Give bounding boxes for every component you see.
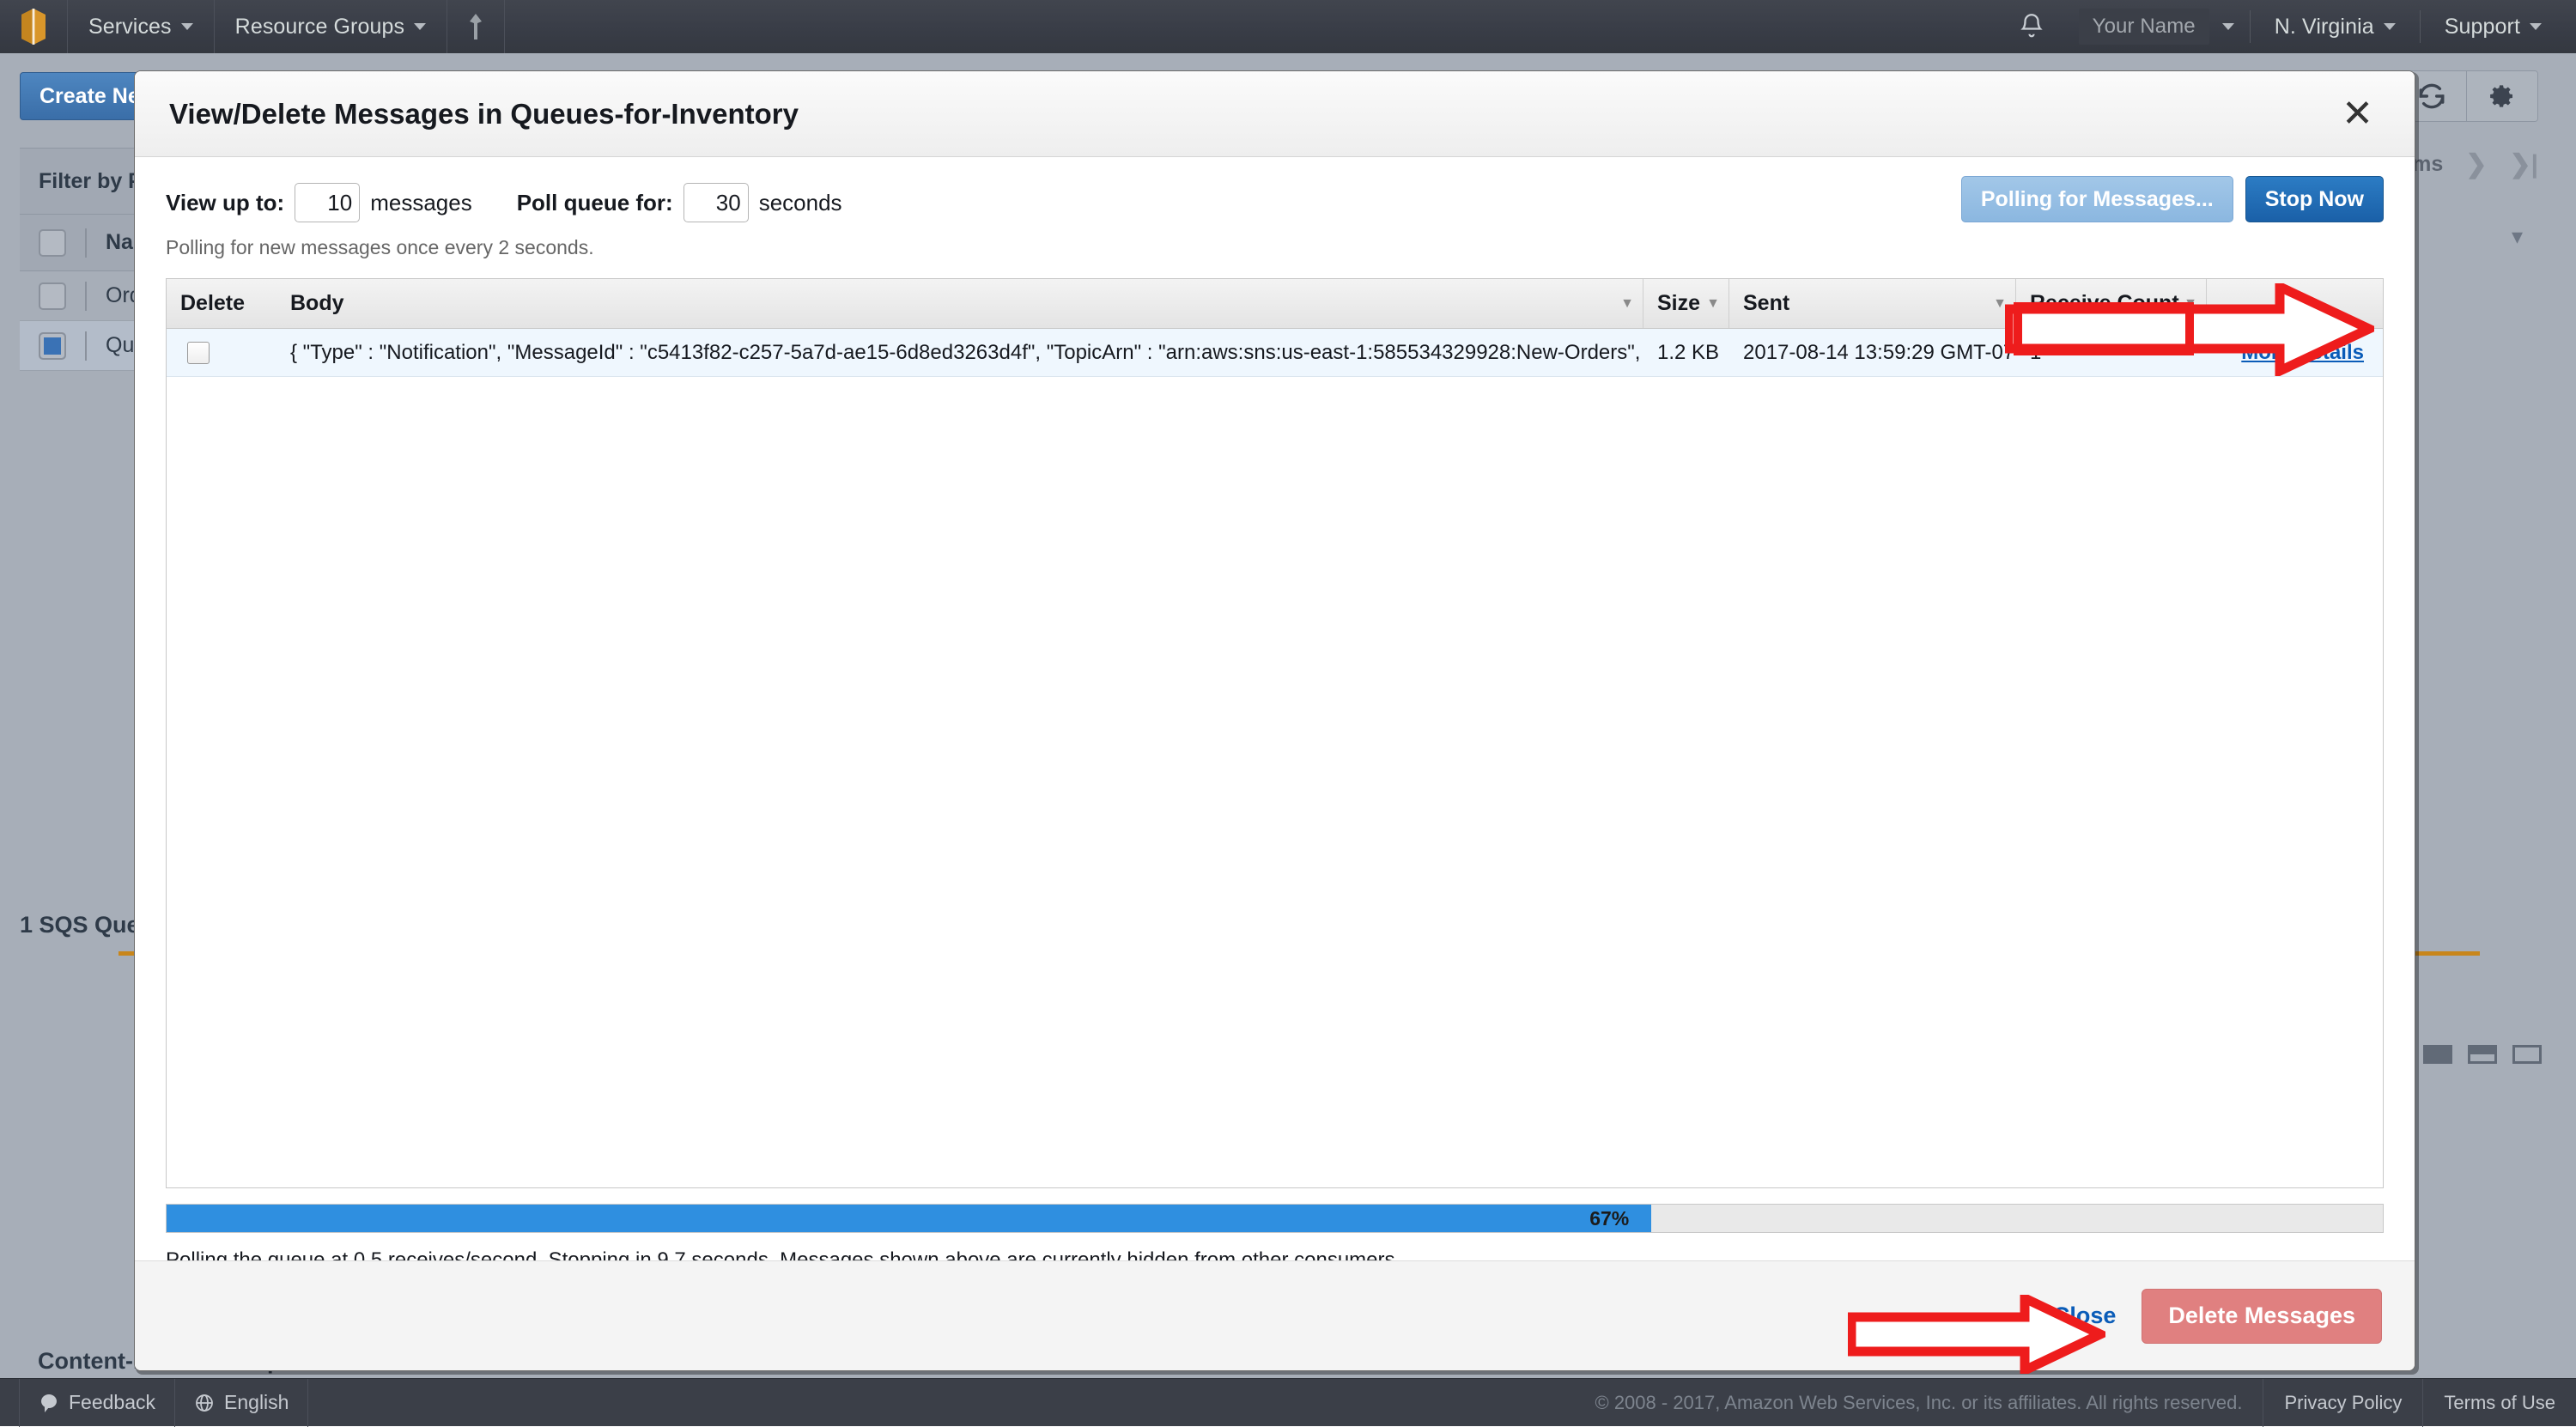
bottom-status-bar: Feedback English © 2008 - 2017, Amazon W… xyxy=(0,1378,2576,1426)
table-row[interactable]: { "Type" : "Notification", "MessageId" :… xyxy=(167,329,2383,377)
column-header-size[interactable]: Size ▼ xyxy=(1643,279,1729,328)
chevron-down-icon xyxy=(181,23,193,30)
cell-sent: 2017-08-14 13:59:29 GMT-07:00 xyxy=(1729,329,2016,377)
panel-layout-toggles xyxy=(2423,1045,2542,1064)
chevron-down-icon xyxy=(414,23,426,30)
row-divider xyxy=(85,331,87,361)
chevron-down-icon xyxy=(2530,23,2542,30)
chevron-down-icon[interactable]: ▼ xyxy=(2184,296,2197,312)
select-all-checkbox[interactable] xyxy=(39,229,66,257)
close-button[interactable]: Close xyxy=(2053,1303,2117,1329)
aws-top-navigation: Services Resource Groups Your Name N. Vi… xyxy=(0,0,2576,53)
column-header-size-label: Size xyxy=(1657,291,1700,316)
chevron-down-icon[interactable]: ▼ xyxy=(1993,296,2007,312)
nav-divider xyxy=(2250,10,2251,43)
column-header-body-label: Body xyxy=(290,291,344,316)
modal-title: View/Delete Messages in Queues-for-Inven… xyxy=(169,98,799,131)
modal-header: View/Delete Messages in Queues-for-Inven… xyxy=(135,71,2415,157)
last-page-icon[interactable]: ❯| xyxy=(2509,149,2538,179)
nav-services[interactable]: Services xyxy=(68,0,214,53)
cell-receive-count: 1 xyxy=(2016,329,2207,377)
column-header-receive-count[interactable]: Receive Count ▼ xyxy=(2016,279,2207,328)
nav-services-label: Services xyxy=(88,15,172,39)
aws-cube-icon[interactable] xyxy=(0,7,67,46)
nav-right-group: Your Name N. Virginia Support xyxy=(1996,0,2576,53)
globe-icon xyxy=(194,1393,215,1413)
chevron-right-icon[interactable]: ❯ xyxy=(2465,149,2487,179)
column-header-body[interactable]: Body ▼ xyxy=(276,279,1643,328)
modal-footer: Close Delete Messages xyxy=(135,1260,2415,1370)
poll-queue-for-input[interactable] xyxy=(683,183,749,222)
stop-now-label: Stop Now xyxy=(2265,187,2364,212)
polling-progress-bar: 67% xyxy=(166,1204,2384,1233)
seconds-unit-label: seconds xyxy=(759,190,842,216)
row-delete-checkbox[interactable] xyxy=(187,342,210,364)
chevron-down-icon[interactable]: ▼ xyxy=(1620,296,1634,312)
cell-body: { "Type" : "Notification", "MessageId" :… xyxy=(276,329,1643,377)
nav-user-label: Your Name xyxy=(2079,9,2209,45)
stop-now-button[interactable]: Stop Now xyxy=(2245,176,2384,222)
delete-messages-label: Delete Messages xyxy=(2168,1303,2355,1329)
view-up-to-input[interactable] xyxy=(295,183,360,222)
layout-toggle-split-icon[interactable] xyxy=(2468,1045,2497,1064)
column-header-sent-label: Sent xyxy=(1743,291,1789,316)
terms-of-use-link[interactable]: Terms of Use xyxy=(2422,1379,2576,1427)
row-divider xyxy=(85,282,87,311)
nav-divider xyxy=(2420,10,2421,43)
nav-resource-groups-label: Resource Groups xyxy=(235,15,404,39)
nav-support-menu[interactable]: Support xyxy=(2424,0,2576,53)
view-up-to-label: View up to: xyxy=(166,190,284,216)
bottom-right-group: © 2008 - 2017, Amazon Web Services, Inc.… xyxy=(1575,1379,2576,1427)
poll-queue-for-label: Poll queue for: xyxy=(517,190,673,216)
column-header-sent[interactable]: Sent ▼ xyxy=(1729,279,2016,328)
cell-delete xyxy=(167,329,276,377)
modal-body: View up to: messages Poll queue for: sec… xyxy=(135,157,2415,1272)
column-header-delete-label: Delete xyxy=(180,291,245,316)
nav-region-label: N. Virginia xyxy=(2275,15,2374,39)
language-button[interactable]: English xyxy=(175,1379,308,1427)
view-delete-messages-modal: View/Delete Messages in Queues-for-Inven… xyxy=(134,70,2415,1371)
feedback-label: Feedback xyxy=(69,1391,155,1414)
nav-divider xyxy=(504,0,505,53)
nav-support-label: Support xyxy=(2445,15,2520,39)
privacy-policy-link[interactable]: Privacy Policy xyxy=(2263,1379,2422,1427)
column-header-receive-count-label: Receive Count xyxy=(2030,291,2179,316)
copyright-text: © 2008 - 2017, Amazon Web Services, Inc.… xyxy=(1575,1392,2263,1414)
bell-icon[interactable] xyxy=(1996,12,2067,41)
cell-actions: More Details xyxy=(2207,329,2383,377)
polling-for-messages-label: Polling for Messages... xyxy=(1981,187,2214,212)
feedback-icon xyxy=(39,1393,59,1413)
nav-region-menu[interactable]: N. Virginia xyxy=(2254,0,2416,53)
polling-for-messages-button[interactable]: Polling for Messages... xyxy=(1961,176,2233,222)
pin-icon[interactable] xyxy=(447,0,504,53)
layout-toggle-full-icon[interactable] xyxy=(2423,1045,2452,1064)
polling-note: Polling for new messages once every 2 se… xyxy=(166,236,2384,259)
header-divider xyxy=(85,228,87,258)
messages-table-header: Delete Body ▼ Size ▼ Sent ▼ Receive Coun… xyxy=(167,279,2383,329)
column-header-delete: Delete xyxy=(167,279,276,328)
chevron-down-icon xyxy=(2384,23,2396,30)
polling-progress-label: 67% xyxy=(1589,1207,1629,1230)
messages-table: Delete Body ▼ Size ▼ Sent ▼ Receive Coun… xyxy=(166,278,2384,1188)
column-sort-caret-icon[interactable]: ▾ xyxy=(2512,223,2523,250)
gear-icon[interactable] xyxy=(2467,71,2537,121)
close-icon[interactable]: ✕ xyxy=(2335,95,2380,133)
nav-resource-groups[interactable]: Resource Groups xyxy=(215,0,447,53)
layout-toggle-none-icon[interactable] xyxy=(2512,1045,2542,1064)
chevron-down-icon[interactable]: ▼ xyxy=(1706,296,1720,312)
language-label: English xyxy=(224,1391,289,1414)
nav-user-menu[interactable]: Your Name xyxy=(2067,0,2246,53)
cell-size: 1.2 KB xyxy=(1643,329,1729,377)
delete-messages-button[interactable]: Delete Messages xyxy=(2142,1289,2382,1344)
chevron-down-icon xyxy=(2222,23,2234,30)
column-header-actions xyxy=(2207,279,2383,328)
polling-progress-fill: 67% xyxy=(167,1205,1651,1232)
row-checkbox[interactable] xyxy=(39,332,66,360)
feedback-button[interactable]: Feedback xyxy=(19,1379,175,1427)
row-checkbox[interactable] xyxy=(39,282,66,310)
more-details-link[interactable]: More Details xyxy=(2241,341,2364,365)
messages-unit-label: messages xyxy=(370,190,472,216)
modal-action-buttons: Polling for Messages... Stop Now xyxy=(1961,176,2384,222)
